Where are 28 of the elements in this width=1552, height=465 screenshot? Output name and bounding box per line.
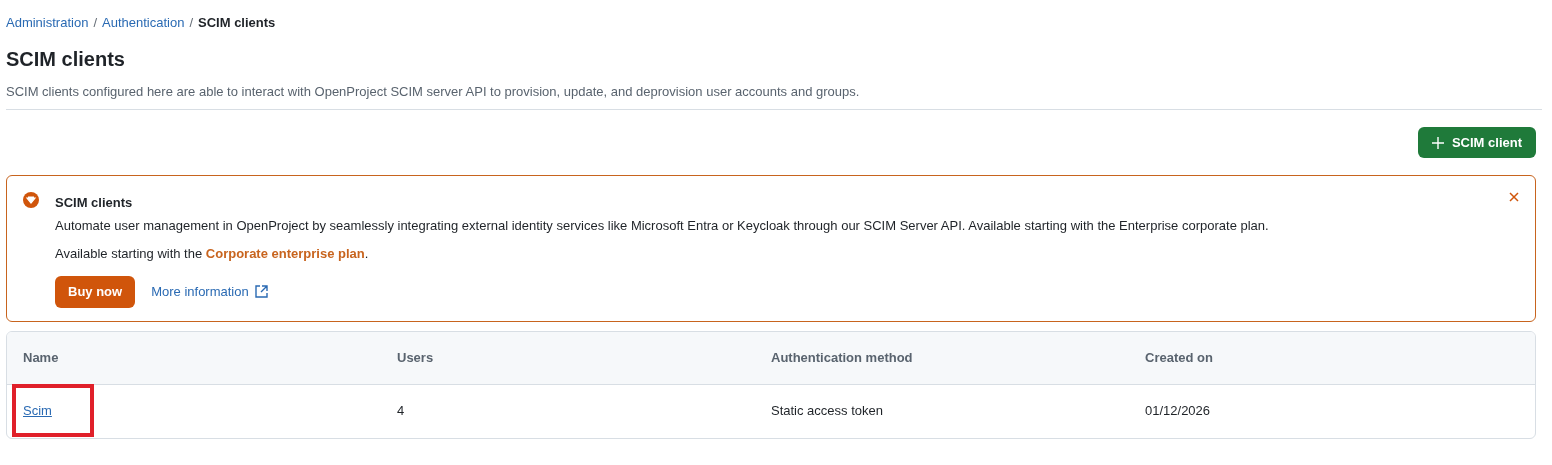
- column-header: Users: [397, 348, 435, 367]
- breadcrumb-separator: /: [93, 14, 97, 32]
- more-information-link[interactable]: More information: [151, 281, 268, 302]
- table-cell-text: 01/12/2026: [1145, 402, 1212, 421]
- banner-text: Automate user management in OpenProject by seamlessly integrating external identity services like Microsoft Entra or Keycloak through our SCIM Server API. Available starting with the Enterprise corporate plan.: [55, 216, 1270, 235]
- column-header: Name: [23, 348, 60, 367]
- column-header: Authentication method: [771, 348, 914, 367]
- page-description: SCIM clients configured here are able to interact with OpenProject SCIM server API to provision, update, and deprovision user accounts and groups.: [6, 82, 861, 101]
- plan-link[interactable]: Corporate enterprise plan: [205, 244, 365, 264]
- enterprise-badge-icon: [23, 192, 39, 208]
- plus-icon: [1431, 136, 1444, 149]
- plan-suffix: .: [364, 245, 369, 263]
- page-title: SCIM clients: [6, 46, 126, 72]
- breadcrumb-link[interactable]: Administration: [6, 13, 89, 33]
- breadcrumb-current: SCIM clients: [198, 14, 276, 32]
- close-icon: [1509, 192, 1519, 202]
- table-cell-text: Static access token: [771, 402, 884, 421]
- add-client-button[interactable]: SCIM client: [1417, 127, 1536, 158]
- close-button[interactable]: [1509, 192, 1519, 202]
- external-link-icon: [254, 285, 268, 298]
- buy-now-button[interactable]: Buy now: [55, 275, 136, 308]
- client-name-link[interactable]: Scim: [23, 401, 52, 421]
- plan-prefix: Available starting with the: [55, 245, 204, 263]
- breadcrumb-separator: /: [189, 14, 194, 32]
- table-cell-text: 4: [397, 402, 406, 421]
- banner-title: SCIM clients: [55, 194, 134, 212]
- breadcrumb-link[interactable]: Authentication: [102, 13, 185, 33]
- column-header: Created on: [1145, 348, 1214, 367]
